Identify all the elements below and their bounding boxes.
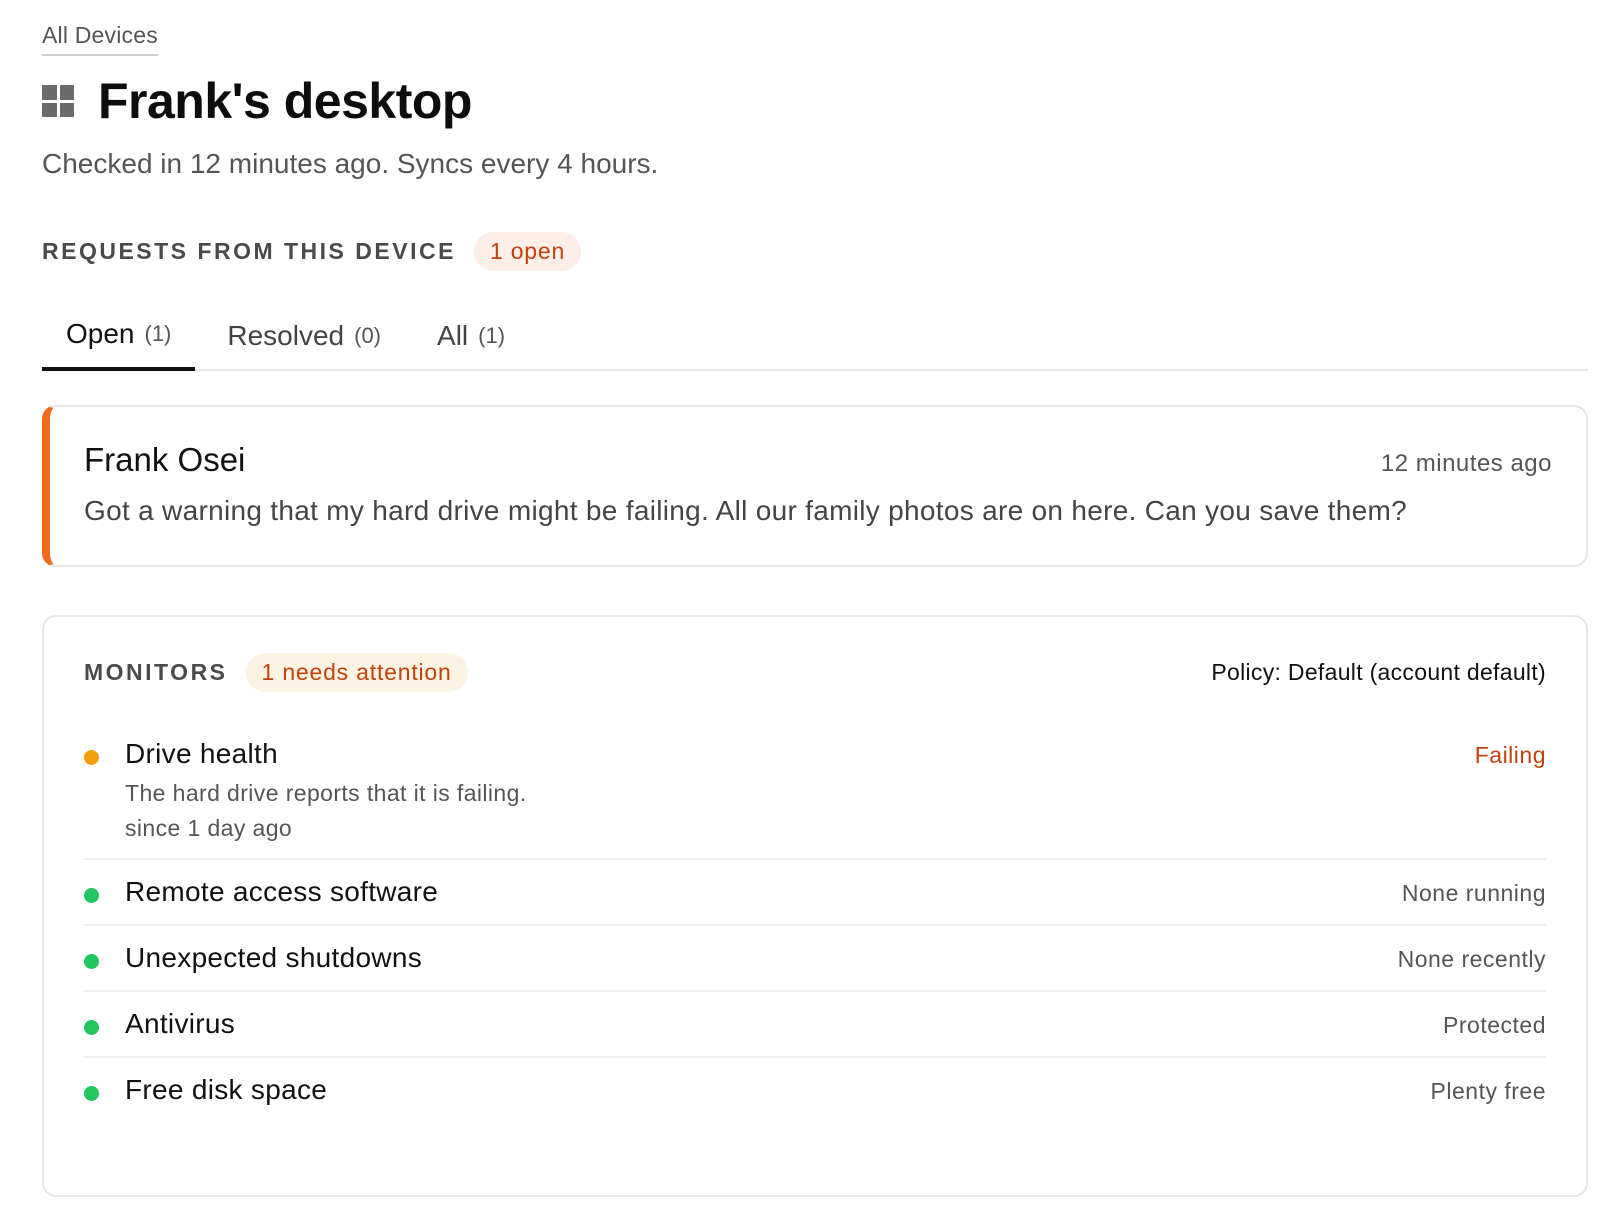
request-timestamp: 12 minutes ago bbox=[1380, 450, 1552, 477]
monitors-header: MONITORS 1 needs attention Policy: Defau… bbox=[84, 653, 1546, 692]
monitor-status: None running bbox=[1401, 880, 1546, 906]
requester-name: Frank Osei bbox=[84, 441, 246, 478]
device-page: All Devices Frank's desktop Checked in 1… bbox=[0, 0, 1620, 1197]
ok-status-dot-icon bbox=[84, 888, 99, 903]
tab-open-label: Open bbox=[66, 318, 135, 349]
monitor-since: since 1 day ago bbox=[125, 815, 293, 841]
tab-all[interactable]: All (1) bbox=[413, 301, 529, 371]
monitor-row-left: Antivirus bbox=[84, 1008, 235, 1040]
tab-all-count: (1) bbox=[478, 323, 506, 348]
monitor-status: Plenty free bbox=[1430, 1078, 1546, 1104]
tab-open-count: (1) bbox=[144, 321, 172, 346]
monitors-card: MONITORS 1 needs attention Policy: Defau… bbox=[42, 615, 1588, 1197]
tab-resolved[interactable]: Resolved (0) bbox=[203, 301, 405, 371]
monitor-row-remote-access: Remote access software None running bbox=[84, 860, 1546, 926]
monitors-header-left: MONITORS 1 needs attention bbox=[84, 653, 468, 692]
monitor-row-shutdowns: Unexpected shutdowns None recently bbox=[84, 926, 1546, 992]
monitor-name: Unexpected shutdowns bbox=[125, 942, 423, 973]
monitor-name: Drive health bbox=[125, 738, 279, 769]
tab-resolved-count: (0) bbox=[354, 323, 382, 348]
ok-status-dot-icon bbox=[84, 954, 99, 969]
monitor-status: Protected bbox=[1443, 1012, 1546, 1038]
monitor-name: Antivirus bbox=[125, 1008, 236, 1039]
attention-badge: 1 needs attention bbox=[245, 653, 468, 692]
monitors-section-label: MONITORS bbox=[84, 659, 228, 685]
breadcrumb-all-devices[interactable]: All Devices bbox=[42, 22, 158, 56]
request-message-preview: Got a warning that my hard drive might b… bbox=[84, 495, 1407, 526]
monitor-row-left: Drive health The hard drive reports that… bbox=[84, 738, 527, 842]
monitor-status: Failing bbox=[1474, 742, 1546, 768]
requests-section-label: REQUESTS FROM THIS DEVICE bbox=[42, 238, 456, 264]
ok-status-dot-icon bbox=[84, 1020, 99, 1035]
page-title: Frank's desktop bbox=[98, 73, 472, 129]
monitor-row-left: Remote access software bbox=[84, 876, 438, 908]
request-tabs: Open (1) Resolved (0) All (1) bbox=[42, 301, 1588, 371]
request-card-header: Frank Osei 12 minutes ago bbox=[84, 441, 1552, 479]
monitor-list: Drive health The hard drive reports that… bbox=[84, 722, 1546, 1122]
monitor-text: Drive health The hard drive reports that… bbox=[125, 738, 527, 842]
device-checkin-status: Checked in 12 minutes ago. Syncs every 4… bbox=[42, 148, 659, 179]
device-header: Frank's desktop bbox=[42, 72, 1578, 130]
policy-label: Policy: Default (account default) bbox=[1211, 659, 1546, 685]
monitor-row-drive-health: Drive health The hard drive reports that… bbox=[84, 722, 1546, 860]
warning-status-dot-icon bbox=[84, 750, 99, 765]
windows-icon bbox=[42, 85, 74, 117]
open-count-badge: 1 open bbox=[473, 232, 582, 271]
monitor-row-left: Free disk space bbox=[84, 1074, 327, 1106]
monitor-name: Remote access software bbox=[125, 876, 439, 907]
tab-open[interactable]: Open (1) bbox=[42, 301, 196, 371]
ok-status-dot-icon bbox=[84, 1086, 99, 1101]
request-card[interactable]: Frank Osei 12 minutes ago Got a warning … bbox=[42, 405, 1588, 567]
requests-section-header: REQUESTS FROM THIS DEVICE 1 open bbox=[42, 232, 1578, 271]
monitor-detail: The hard drive reports that it is failin… bbox=[125, 780, 527, 806]
tab-all-label: All bbox=[437, 320, 469, 351]
monitor-row-disk-space: Free disk space Plenty free bbox=[84, 1058, 1546, 1122]
monitor-status: None recently bbox=[1397, 946, 1546, 972]
monitor-name: Free disk space bbox=[125, 1074, 328, 1105]
monitor-row-antivirus: Antivirus Protected bbox=[84, 992, 1546, 1058]
tab-resolved-label: Resolved bbox=[227, 320, 345, 351]
monitor-row-left: Unexpected shutdowns bbox=[84, 942, 422, 974]
